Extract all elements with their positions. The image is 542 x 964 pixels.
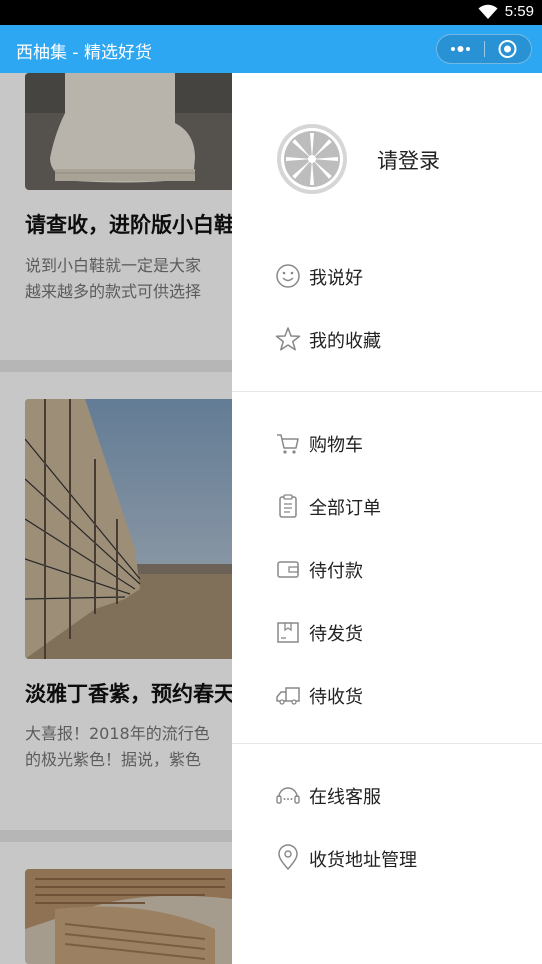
status-time: 5:59 [504,3,534,20]
menu-item-customer-service[interactable]: 在线客服 [232,770,542,820]
menu-label: 收货地址管理 [309,850,417,871]
menu-item-cart[interactable]: 购物车 [232,418,542,468]
status-bar: 5:59 [0,0,542,25]
location-pin-icon [278,844,298,870]
page-title: 西柚集 - 精选好货 [16,43,152,63]
wifi-icon [478,4,498,19]
truck-icon [276,687,300,705]
side-drawer: 请登录 我说好 我的收藏 购物车 全部订单 待付款 待发货 待收货 在线客服 收… [232,73,542,964]
menu-label: 购物车 [309,435,363,456]
nav-bar: 西柚集 - 精选好货 [0,25,542,73]
more-options-button[interactable] [437,35,484,63]
menu-label: 在线客服 [309,787,381,808]
star-icon [275,327,301,351]
menu-label: 待付款 [309,561,363,582]
package-icon [277,622,299,643]
menu-item-pending-shipment[interactable]: 待发货 [232,607,542,657]
menu-label: 我说好 [309,268,363,289]
drawer-overlay[interactable] [0,73,232,964]
close-mini-program-button[interactable] [484,35,531,63]
menu-label: 待收货 [309,687,363,708]
menu-divider [232,391,542,392]
menu-label: 待发货 [309,624,363,645]
menu-item-pending-payment[interactable]: 待付款 [232,544,542,594]
grapefruit-avatar-icon [277,124,347,194]
smile-icon [276,264,300,288]
wallet-icon [277,561,299,578]
menu-item-all-orders[interactable]: 全部订单 [232,481,542,531]
menu-label: 全部订单 [309,498,381,519]
article-feed: 请查收，进阶版小白鞋 说到小白鞋就一定是大家 越来越多的款式可供选择 淡雅丁香紫… [0,73,232,964]
headset-icon [276,787,300,804]
menu-item-favorites[interactable]: 我的收藏 [232,314,542,364]
login-prompt: 请登录 [377,149,440,173]
profile-section[interactable]: 请登录 [232,73,542,253]
menu-divider [232,743,542,744]
menu-item-liked[interactable]: 我说好 [232,251,542,301]
menu-item-address-management[interactable]: 收货地址管理 [232,833,542,883]
menu-item-pending-receipt[interactable]: 待收货 [232,670,542,720]
menu-label: 我的收藏 [309,331,381,352]
cart-icon [277,434,299,454]
mini-program-capsule [436,34,532,64]
more-dots-icon [451,46,470,52]
clipboard-icon [279,494,297,518]
target-close-icon [498,40,517,58]
